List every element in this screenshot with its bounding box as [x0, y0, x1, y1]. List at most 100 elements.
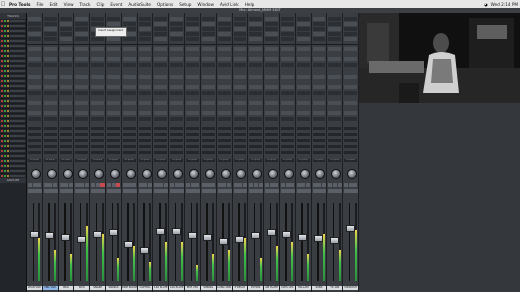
insert-slot[interactable] — [265, 32, 278, 36]
send-level[interactable] — [344, 63, 357, 67]
input-monitor-button[interactable] — [233, 189, 248, 193]
send-slot[interactable] — [154, 101, 168, 105]
track-name-label[interactable]: DRM ROOM — [121, 286, 137, 290]
send-slot[interactable] — [154, 85, 168, 89]
track-state-dot[interactable] — [6, 55, 9, 57]
track-name-label[interactable]: CAPITOL — [137, 286, 153, 290]
send-slot[interactable] — [28, 85, 41, 89]
send-slot[interactable] — [170, 57, 184, 61]
record-button[interactable] — [179, 183, 184, 187]
send-slot[interactable] — [154, 57, 168, 61]
input-monitor-button[interactable] — [265, 189, 279, 193]
insert-slot[interactable] — [138, 17, 152, 21]
track-state-dot[interactable] — [6, 95, 9, 97]
insert-slot[interactable] — [154, 27, 168, 31]
volume-fader[interactable] — [266, 229, 276, 237]
track-state-dot[interactable] — [6, 90, 9, 92]
send-slot[interactable] — [107, 111, 120, 115]
send-slot[interactable] — [265, 101, 278, 105]
pan-knob[interactable] — [46, 169, 57, 179]
menu-item-track[interactable]: Track — [77, 2, 94, 7]
group-label[interactable]: no group — [122, 159, 136, 162]
io-selector[interactable] — [122, 139, 136, 142]
io-selector[interactable] — [107, 133, 120, 136]
track-state-dot[interactable] — [6, 40, 9, 42]
send-slot[interactable] — [59, 101, 73, 105]
send-slot[interactable] — [328, 47, 342, 51]
input-monitor-button[interactable] — [249, 189, 264, 193]
send-slot[interactable] — [217, 101, 231, 105]
insert-slot[interactable] — [233, 32, 247, 36]
track-state-dot[interactable] — [0, 175, 3, 177]
io-selector[interactable] — [280, 151, 294, 154]
send-level[interactable] — [122, 117, 136, 121]
insert-slot[interactable] — [217, 27, 231, 31]
insert-slot[interactable] — [328, 22, 342, 26]
send-slot[interactable] — [233, 57, 247, 61]
io-selector[interactable] — [312, 133, 326, 136]
io-selector[interactable] — [186, 133, 199, 136]
volume-fader[interactable] — [124, 240, 134, 248]
io-selector[interactable] — [186, 139, 199, 142]
track-name-label[interactable]: 140 PLATE — [153, 286, 169, 290]
io-selector[interactable] — [107, 127, 120, 130]
insert-slot[interactable] — [91, 22, 105, 26]
send-slot[interactable] — [59, 75, 73, 79]
volume-fader[interactable] — [108, 229, 118, 237]
send-slot[interactable] — [186, 111, 199, 115]
insert-slot[interactable] — [265, 27, 278, 31]
send-slot[interactable] — [91, 47, 105, 51]
io-selector[interactable] — [122, 127, 136, 130]
send-slot[interactable] — [28, 47, 41, 51]
send-slot[interactable] — [170, 85, 184, 89]
record-button[interactable] — [163, 183, 168, 187]
send-slot[interactable] — [296, 111, 310, 115]
send-slot[interactable] — [138, 85, 152, 89]
send-level[interactable] — [344, 117, 357, 121]
group-label[interactable]: no group — [107, 159, 120, 162]
send-slot[interactable] — [201, 111, 215, 115]
pan-knob[interactable] — [268, 169, 279, 179]
send-level[interactable] — [170, 63, 184, 67]
pan-knob[interactable] — [94, 169, 105, 179]
send-slot[interactable] — [328, 85, 342, 89]
insert-slot[interactable] — [186, 32, 199, 36]
track-state-dot[interactable] — [6, 20, 9, 22]
io-selector[interactable] — [344, 151, 357, 154]
pan-knob[interactable] — [78, 169, 89, 179]
io-selector[interactable] — [170, 127, 184, 130]
input-monitor-button[interactable] — [328, 189, 343, 193]
record-button[interactable] — [116, 183, 121, 187]
send-slot[interactable] — [59, 85, 73, 89]
send-slot[interactable] — [28, 57, 41, 61]
volume-fader[interactable] — [235, 235, 245, 243]
io-selector[interactable] — [344, 145, 357, 148]
track-name-label[interactable]: CRYS LEX — [279, 286, 295, 290]
insert-slot[interactable] — [122, 17, 136, 21]
send-level[interactable] — [138, 117, 152, 121]
send-slot[interactable] — [170, 111, 184, 115]
pan-knob[interactable] — [347, 169, 358, 179]
input-monitor-button[interactable] — [201, 189, 216, 193]
track-state-dot[interactable] — [0, 135, 3, 137]
record-button[interactable] — [242, 183, 247, 187]
send-slot[interactable] — [201, 75, 215, 79]
group-label[interactable]: no group — [154, 159, 168, 162]
track-state-dot[interactable] — [3, 100, 6, 102]
send-slot[interactable] — [28, 75, 41, 79]
send-slot[interactable] — [122, 101, 136, 105]
insert-slot[interactable] — [280, 37, 294, 41]
send-slot[interactable] — [344, 111, 357, 115]
volume-fader[interactable] — [250, 232, 260, 240]
io-selector[interactable] — [75, 127, 89, 130]
io-selector[interactable] — [265, 151, 278, 154]
send-slot[interactable] — [186, 57, 199, 61]
insert-slot[interactable] — [233, 22, 247, 26]
insert-slot[interactable] — [328, 27, 342, 31]
mute-button[interactable] — [285, 183, 290, 187]
insert-slot[interactable] — [59, 22, 73, 26]
io-selector[interactable] — [312, 145, 326, 148]
send-slot[interactable] — [154, 47, 168, 51]
mute-button[interactable] — [111, 183, 116, 187]
record-button[interactable] — [68, 183, 73, 187]
